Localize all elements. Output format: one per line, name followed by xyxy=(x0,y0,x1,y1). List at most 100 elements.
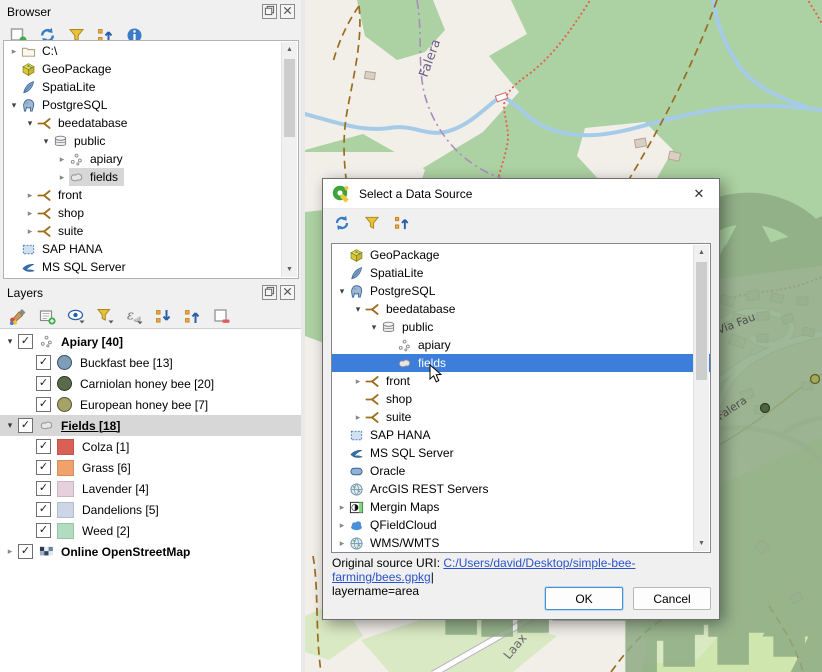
layer-checkbox[interactable]: ✓ xyxy=(36,523,51,538)
chevron-right-icon[interactable]: ▸ xyxy=(23,190,37,201)
layer-checkbox[interactable]: ✓ xyxy=(36,355,51,370)
scroll-down-icon[interactable]: ▼ xyxy=(694,536,709,551)
open-layer-styling-icon[interactable] xyxy=(8,306,28,326)
layer-checkbox[interactable]: ✓ xyxy=(36,439,51,454)
float-panel-icon[interactable] xyxy=(262,4,277,19)
layer-checkbox[interactable]: ✓ xyxy=(36,376,51,391)
layer-item-dandelions-5[interactable]: ✓Dandelions [5] xyxy=(0,499,301,520)
collapse-all-icon[interactable] xyxy=(393,214,411,235)
tree-item-wms-wmts[interactable]: ▸WMS/WMTS xyxy=(332,534,710,552)
scrollbar-thumb[interactable] xyxy=(696,262,707,380)
chevron-right-icon[interactable]: ▸ xyxy=(335,538,349,549)
chevron-right-icon[interactable]: ▸ xyxy=(2,546,18,557)
dialog-title-bar[interactable]: Select a Data Source ✕ xyxy=(323,179,719,209)
layer-item-european-honey-bee-7[interactable]: ✓European honey bee [7] xyxy=(0,394,301,415)
tree-item-fields[interactable]: ▸fields xyxy=(4,168,298,186)
chevron-right-icon[interactable]: ▸ xyxy=(351,412,365,423)
chevron-right-icon[interactable]: ▸ xyxy=(55,154,69,165)
tree-item-postgresql[interactable]: ▾PostgreSQL xyxy=(332,282,710,300)
tree-item-suite[interactable]: ▸suite xyxy=(4,222,298,240)
layer-checkbox[interactable]: ✓ xyxy=(36,502,51,517)
layer-checkbox[interactable]: ✓ xyxy=(36,460,51,475)
filter-legend-icon[interactable] xyxy=(95,306,115,326)
scroll-up-icon[interactable]: ▲ xyxy=(282,42,297,57)
filter-icon[interactable] xyxy=(363,214,381,235)
tree-item-ms-sql-server[interactable]: MS SQL Server xyxy=(4,258,298,276)
tree-item-ms-sql-server[interactable]: MS SQL Server xyxy=(332,444,710,462)
chevron-down-icon[interactable]: ▾ xyxy=(2,420,18,431)
tree-item-oracle[interactable]: Oracle xyxy=(332,462,710,480)
layer-checkbox[interactable]: ✓ xyxy=(18,418,33,433)
layer-item-apiary-40[interactable]: ▾✓Apiary [40] xyxy=(0,331,301,352)
tree-item-suite[interactable]: ▸suite xyxy=(332,408,710,426)
layer-item-carniolan-honey-bee-20[interactable]: ✓Carniolan honey bee [20] xyxy=(0,373,301,394)
tree-item-postgresql[interactable]: ▾PostgreSQL xyxy=(4,96,298,114)
ok-button[interactable]: OK xyxy=(545,587,623,610)
tree-item-spatialite[interactable]: SpatiaLite xyxy=(332,264,710,282)
remove-layer-icon[interactable] xyxy=(211,306,231,326)
tree-item-apiary[interactable]: ▸apiary xyxy=(4,150,298,168)
tree-item-sap-hana[interactable]: SAP HANA xyxy=(4,240,298,258)
tree-item-fields[interactable]: fields xyxy=(332,354,710,372)
tree-item-geopackage[interactable]: GeoPackage xyxy=(332,246,710,264)
chevron-right-icon[interactable]: ▸ xyxy=(335,520,349,531)
close-panel-icon[interactable] xyxy=(280,285,295,300)
tree-item-shop[interactable]: ▸shop xyxy=(4,204,298,222)
chevron-down-icon[interactable]: ▾ xyxy=(367,322,381,333)
chevron-right-icon[interactable]: ▸ xyxy=(23,208,37,219)
layer-item-fields-18[interactable]: ▾✓Fields [18] xyxy=(0,415,301,436)
cancel-button[interactable]: Cancel xyxy=(633,587,711,610)
chevron-right-icon[interactable]: ▸ xyxy=(55,172,69,183)
layer-checkbox[interactable]: ✓ xyxy=(18,334,33,349)
collapse-all-icon[interactable] xyxy=(182,306,202,326)
chevron-down-icon[interactable]: ▾ xyxy=(23,118,37,129)
tree-item-mergin-maps[interactable]: ▸Mergin Maps xyxy=(332,498,710,516)
layer-checkbox[interactable]: ✓ xyxy=(36,481,51,496)
tree-item-c[interactable]: ▸C:\ xyxy=(4,42,298,60)
layer-item-weed-2[interactable]: ✓Weed [2] xyxy=(0,520,301,541)
layer-item-online-openstreetmap[interactable]: ▸✓Online OpenStreetMap xyxy=(0,541,301,562)
float-panel-icon[interactable] xyxy=(262,285,277,300)
chevron-down-icon[interactable]: ▾ xyxy=(335,286,349,297)
close-panel-icon[interactable] xyxy=(280,4,295,19)
tree-item-apiary[interactable]: apiary xyxy=(332,336,710,354)
scrollbar-thumb[interactable] xyxy=(284,59,295,137)
chevron-right-icon[interactable]: ▸ xyxy=(7,46,21,57)
add-group-icon[interactable] xyxy=(37,306,57,326)
layer-checkbox[interactable]: ✓ xyxy=(18,544,33,559)
chevron-down-icon[interactable]: ▾ xyxy=(2,336,18,347)
dialog-close-icon[interactable]: ✕ xyxy=(679,179,719,208)
layer-item-colza-1[interactable]: ✓Colza [1] xyxy=(0,436,301,457)
tree-item-geopackage[interactable]: GeoPackage xyxy=(4,60,298,78)
layer-checkbox[interactable]: ✓ xyxy=(36,397,51,412)
chevron-down-icon[interactable]: ▾ xyxy=(7,100,21,111)
refresh-icon[interactable] xyxy=(333,214,351,235)
tree-item-arcgis-rest-servers[interactable]: ArcGIS REST Servers xyxy=(332,480,710,498)
manage-map-themes-icon[interactable] xyxy=(66,306,86,326)
chevron-right-icon[interactable]: ▸ xyxy=(351,376,365,387)
tree-item-public[interactable]: ▾public xyxy=(4,132,298,150)
dialog-scrollbar[interactable]: ▲ ▼ xyxy=(693,245,709,551)
scroll-down-icon[interactable]: ▼ xyxy=(282,262,297,277)
tree-item-public[interactable]: ▾public xyxy=(332,318,710,336)
tree-item-front[interactable]: ▸front xyxy=(332,372,710,390)
tree-item-qfieldcloud[interactable]: ▸QFieldCloud xyxy=(332,516,710,534)
tree-item-beedatabase[interactable]: ▾beedatabase xyxy=(332,300,710,318)
layer-item-buckfast-bee-13[interactable]: ✓Buckfast bee [13] xyxy=(0,352,301,373)
tree-item-shop[interactable]: shop xyxy=(332,390,710,408)
layer-item-grass-6[interactable]: ✓Grass [6] xyxy=(0,457,301,478)
tree-item-front[interactable]: ▸front xyxy=(4,186,298,204)
chevron-right-icon[interactable]: ▸ xyxy=(335,502,349,513)
layer-item-lavender-4[interactable]: ✓Lavender [4] xyxy=(0,478,301,499)
scroll-up-icon[interactable]: ▲ xyxy=(694,245,709,260)
chevron-down-icon[interactable]: ▾ xyxy=(39,136,53,147)
panel-map-divider[interactable] xyxy=(301,0,305,672)
chevron-down-icon[interactable]: ▾ xyxy=(351,304,365,315)
tree-item-beedatabase[interactable]: ▾beedatabase xyxy=(4,114,298,132)
tree-item-spatialite[interactable]: SpatiaLite xyxy=(4,78,298,96)
browser-scrollbar[interactable]: ▲ ▼ xyxy=(281,42,297,277)
filter-by-expression-icon[interactable] xyxy=(124,306,144,326)
chevron-right-icon[interactable]: ▸ xyxy=(23,226,37,237)
expand-all-icon[interactable] xyxy=(153,306,173,326)
tree-item-sap-hana[interactable]: SAP HANA xyxy=(332,426,710,444)
